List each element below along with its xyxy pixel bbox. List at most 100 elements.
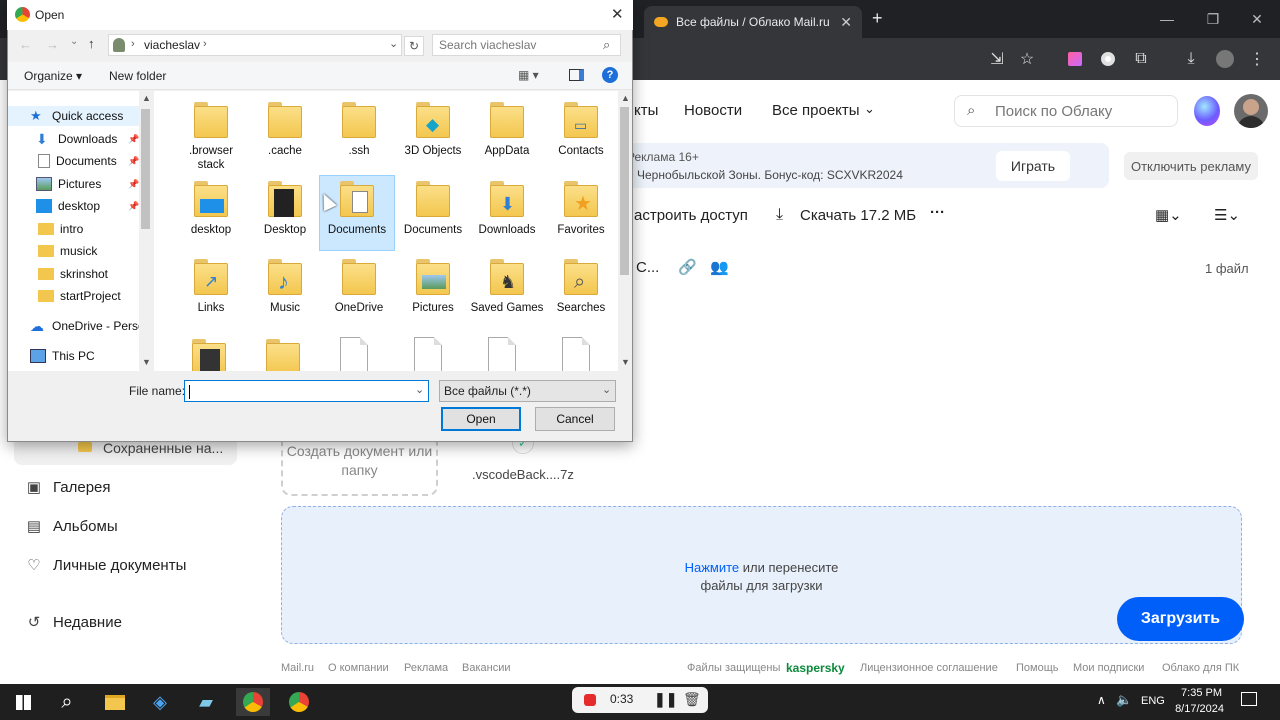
downloads-icon[interactable]: ⤓ (1180, 48, 1202, 70)
nav-item-desktop[interactable]: desktop 📌 (8, 196, 146, 216)
open-button[interactable]: Open (441, 407, 521, 431)
organize-button[interactable]: Organize ▾ (24, 69, 82, 83)
file-item-favorites[interactable]: ★ Favorites (544, 181, 618, 237)
nav-item-quick-access[interactable]: ★ Quick access (8, 106, 146, 126)
dialog-close-icon[interactable]: ✕ (611, 5, 624, 23)
file-item-documents[interactable]: Documents (396, 181, 470, 237)
file-item-browser-stack[interactable]: .browser stack (174, 102, 248, 172)
grid-view-icon[interactable]: ▦⌄ (1155, 206, 1182, 224)
chrome-taskbar-icon-2[interactable] (282, 688, 316, 716)
close-tab-icon[interactable]: ✕ (840, 14, 852, 31)
nav-item-musick[interactable]: musick (8, 241, 146, 261)
nav-item-documents[interactable]: Documents 📌 (8, 151, 146, 171)
record-extension-icon[interactable] (1097, 48, 1119, 70)
video-folder-icon[interactable] (192, 339, 226, 371)
file-scrollbar[interactable]: ▲ ▼ (618, 91, 632, 371)
nav-item-pictures[interactable]: Pictures 📌 (8, 174, 146, 194)
chevron-down-icon[interactable]: ⌄ (864, 101, 875, 117)
more-actions-button[interactable]: ··· (930, 204, 945, 221)
sidebar-item-documents[interactable]: ♡ Личные документы (24, 555, 186, 575)
vscode-icon[interactable]: ◈ (143, 688, 177, 716)
browser-tab[interactable]: Все файлы / Облако Mail.ru ✕ (644, 6, 862, 38)
upload-drop-zone[interactable]: Нажмите или перенесите файлы для загрузк… (281, 506, 1242, 644)
file-item-links[interactable]: ↗ Links (174, 259, 248, 315)
chrome-taskbar-icon[interactable] (236, 688, 270, 716)
file-item-desktop[interactable]: Desktop (248, 181, 322, 237)
maximize-icon[interactable]: ❐ (1190, 0, 1236, 38)
pin-icon[interactable]: 📌 (128, 179, 139, 190)
scroll-thumb[interactable] (620, 107, 629, 275)
nav-item-intro[interactable]: intro (8, 219, 146, 239)
file-item-appdata[interactable]: AppData (470, 102, 544, 158)
nav-item-skrinshot[interactable]: skrinshot (8, 264, 146, 284)
install-app-icon[interactable]: ⇲ (986, 48, 1008, 70)
footer-link[interactable]: Облако для ПК (1162, 662, 1239, 674)
up-folder-icon[interactable]: ↑ (88, 36, 95, 51)
nav-scrollbar[interactable]: ▲ ▼ (139, 91, 153, 371)
link-icon[interactable]: 🔗 (678, 258, 697, 276)
extensions-puzzle-icon[interactable]: ⧉ (1130, 48, 1152, 70)
trash-icon[interactable]: 🗑 (683, 691, 701, 708)
forward-icon[interactable]: → (46, 37, 59, 52)
cloud-search-input[interactable]: ⌕ Поиск по Облаку (954, 95, 1178, 127)
file-item-cache[interactable]: .cache (248, 102, 322, 158)
file-item-desktop-lower[interactable]: desktop (174, 181, 248, 237)
sidebar-item-recent[interactable]: ↺ Недавние (24, 612, 122, 632)
share-access-button[interactable]: астроить доступ (634, 207, 748, 224)
pause-icon[interactable]: ❚❚ (654, 691, 677, 708)
sort-icon[interactable]: ☰⌄ (1214, 206, 1240, 224)
footer-link[interactable]: Лицензионное соглашение (860, 662, 998, 674)
refresh-icon[interactable]: ↻ (404, 36, 424, 56)
nav-all-projects[interactable]: Все проекты (772, 102, 860, 119)
file-item-3d-objects[interactable]: ◆ 3D Objects (396, 102, 470, 158)
nav-item-onedrive[interactable]: ☁ OneDrive - Persor (8, 316, 146, 336)
nav-item-downloads[interactable]: ⬇ Downloads 📌 (8, 129, 146, 149)
footer-link[interactable]: Вакансии (462, 662, 511, 674)
upload-click-link[interactable]: Нажмите (685, 560, 740, 575)
extension-pink-icon[interactable] (1064, 48, 1086, 70)
disable-ads-button[interactable]: Отключить рекламу (1124, 152, 1258, 180)
file-item-pictures[interactable]: Pictures (396, 259, 470, 315)
recent-locations-icon[interactable]: ⌄ (70, 36, 78, 47)
bookmark-star-icon[interactable]: ☆ (1016, 48, 1038, 70)
dialog-search-input[interactable]: Search viacheslav ⌕ (432, 34, 621, 56)
folder-icon[interactable] (266, 339, 300, 371)
file-icon[interactable] (414, 337, 442, 371)
file-icon[interactable] (562, 337, 590, 371)
search-icon[interactable]: ⌕ (50, 688, 84, 716)
chrome-menu-icon[interactable]: ⋮ (1246, 48, 1268, 70)
nav-item-startproject[interactable]: startProject (8, 286, 146, 306)
user-avatar[interactable] (1234, 94, 1268, 128)
new-folder-button[interactable]: New folder (109, 69, 166, 83)
tray-chevron-icon[interactable]: ∧ (1097, 693, 1106, 707)
sidebar-item-albums[interactable]: ▤ Альбомы (24, 516, 118, 536)
pin-icon[interactable]: 📌 (128, 156, 139, 167)
stop-record-icon[interactable] (584, 694, 596, 706)
file-item-music[interactable]: ♪ Music (248, 259, 322, 315)
scroll-up-icon[interactable]: ▲ (621, 93, 630, 103)
file-explorer-icon[interactable] (98, 688, 132, 716)
footer-link[interactable]: Мои подписки (1073, 662, 1144, 674)
scroll-up-icon[interactable]: ▲ (142, 93, 151, 103)
file-item-ssh[interactable]: .ssh (322, 102, 396, 158)
people-icon[interactable]: 👥 (710, 258, 729, 276)
file-item-contacts[interactable]: ▭ Contacts (544, 102, 618, 158)
footer-link[interactable]: Реклама (404, 662, 448, 674)
minimize-icon[interactable]: — (1144, 0, 1190, 38)
clock-date[interactable]: 8/17/2024 (1164, 703, 1224, 715)
address-dropdown-icon[interactable]: ⌄ (389, 37, 398, 50)
view-options-icon[interactable]: ▦ ▾ (518, 68, 539, 82)
sidebar-item-gallery[interactable]: ▣ Галерея (24, 477, 111, 497)
pin-icon[interactable]: 📌 (128, 201, 139, 212)
windows-start-icon[interactable] (6, 688, 40, 716)
scroll-thumb[interactable] (141, 109, 150, 229)
file-name-label[interactable]: .vscodeBack....7z (472, 467, 574, 482)
footer-link[interactable]: О компании (328, 662, 389, 674)
clock-time[interactable]: 7:35 PM (1176, 687, 1222, 699)
assistant-orb-icon[interactable] (1194, 96, 1220, 126)
address-bar[interactable]: › viacheslav › ⌄ (108, 34, 402, 56)
scroll-down-icon[interactable]: ▼ (142, 357, 151, 367)
preview-pane-icon[interactable] (569, 69, 584, 81)
nav-item-this-pc[interactable]: This PC (8, 346, 146, 366)
file-item-onedrive[interactable]: OneDrive (322, 259, 396, 315)
